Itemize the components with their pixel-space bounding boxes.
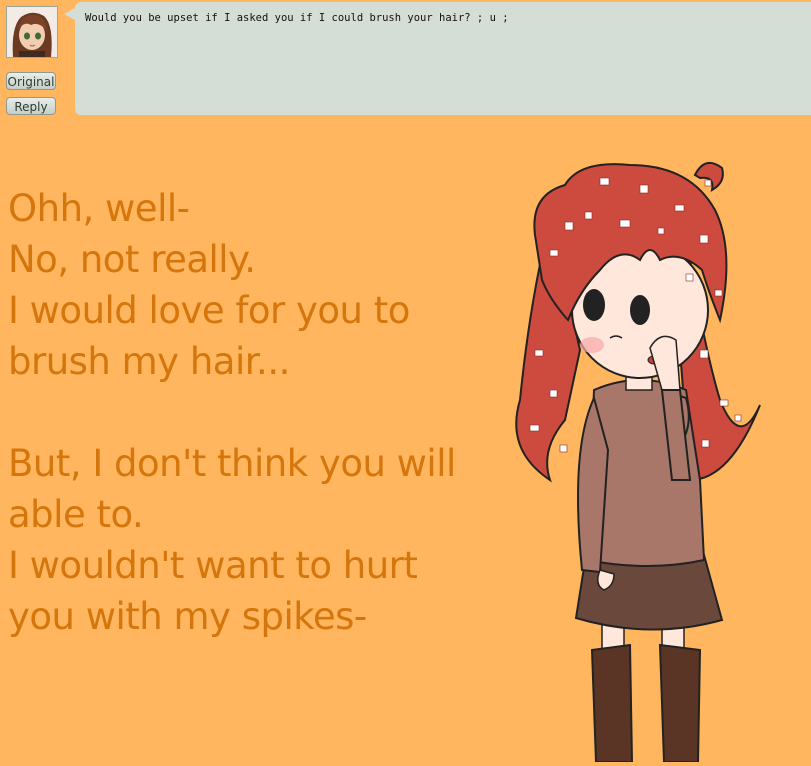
answer-line: able to. xyxy=(8,493,144,536)
answer-line: you with my spikes- xyxy=(8,595,367,638)
answer-line: No, not really. xyxy=(8,238,256,281)
answer-line: brush my hair... xyxy=(8,340,290,383)
question-bubble: Would you be upset if I asked you if I c… xyxy=(75,2,811,115)
spiky-hair-girl-illustration xyxy=(515,161,761,763)
answer-text: Ohh, well- No, not really. I would love … xyxy=(8,183,488,642)
user-avatar-icon xyxy=(7,7,57,57)
answer-line: I would love for you to xyxy=(8,289,410,332)
reply-button[interactable]: Reply xyxy=(6,97,56,115)
question-text: Would you be upset if I asked you if I c… xyxy=(85,12,509,24)
original-button[interactable]: Original xyxy=(6,72,56,90)
speech-bubble-tail xyxy=(64,8,75,20)
user-avatar[interactable] xyxy=(6,6,58,58)
character-illustration xyxy=(490,150,811,763)
answer-line xyxy=(8,387,488,438)
answer-line: But, I don't think you will xyxy=(8,442,456,485)
answer-line: I wouldn't want to hurt xyxy=(8,544,418,587)
answer-line: Ohh, well- xyxy=(8,187,190,230)
